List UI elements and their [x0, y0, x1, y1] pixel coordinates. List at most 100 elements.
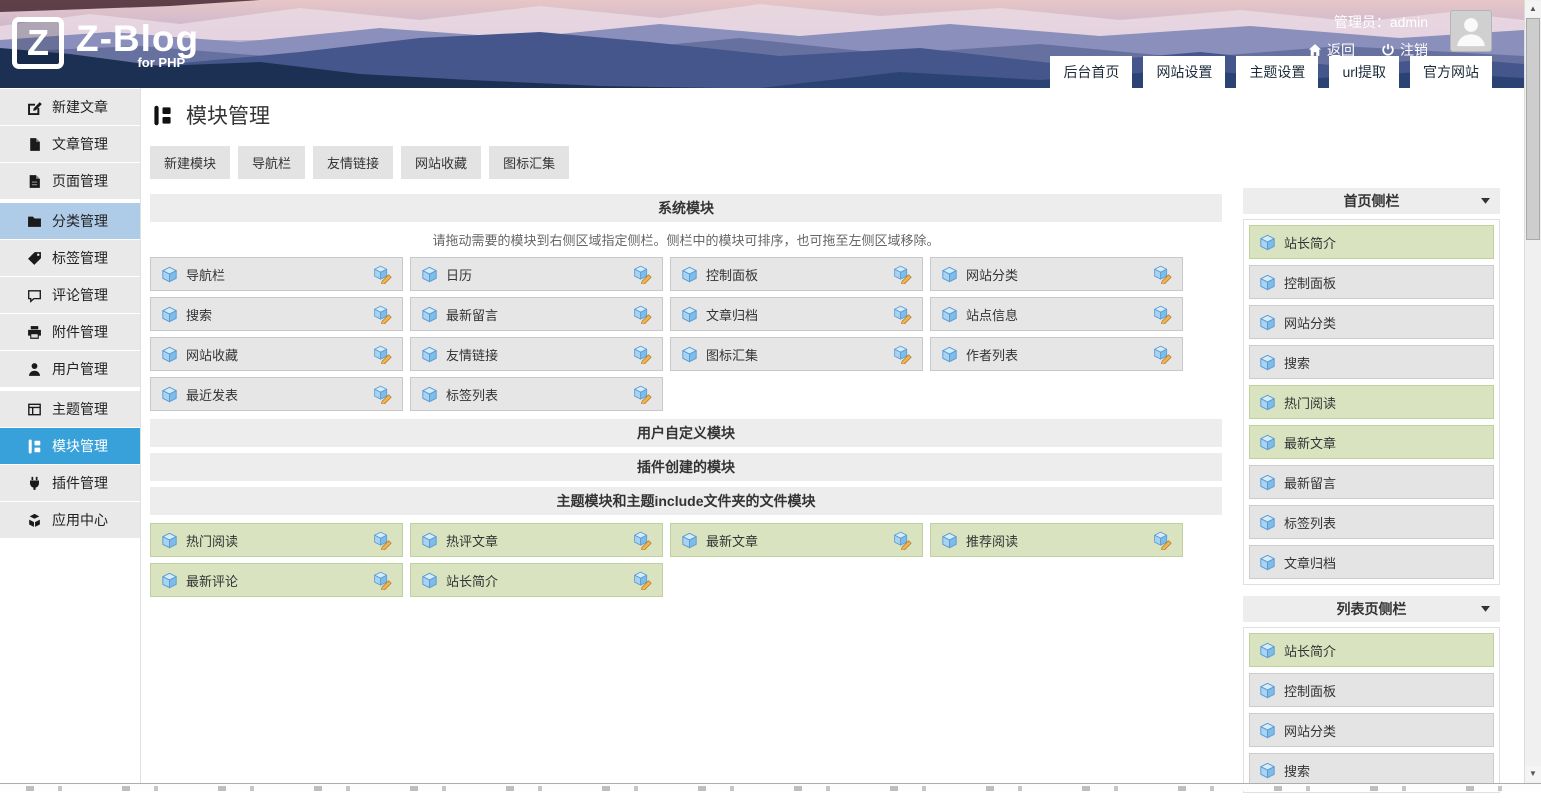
zblog-logo[interactable]: Z Z-Blog for PHP [12, 9, 199, 70]
sidebar-item-attachments[interactable]: 附件管理 [0, 314, 140, 350]
module-card[interactable]: 日历 [410, 257, 663, 291]
module-card[interactable]: 最新留言 [410, 297, 663, 331]
module-card[interactable]: 网站收藏 [150, 337, 403, 371]
sidebar-module-item[interactable]: 最新文章 [1249, 425, 1494, 459]
sidebar-item-label: 分类管理 [52, 211, 108, 231]
module-cube-icon [1259, 554, 1276, 571]
list-sidebar-title: 列表页侧栏 [1337, 601, 1407, 617]
power-icon [1381, 43, 1395, 57]
sidebar-module-item[interactable]: 网站分类 [1249, 713, 1494, 747]
edit-module-icon[interactable] [893, 531, 912, 550]
edit-module-icon[interactable] [373, 265, 392, 284]
sidebar-module-item[interactable]: 搜索 [1249, 753, 1494, 787]
toolbar-button[interactable]: 友情链接 [313, 146, 393, 179]
edit-module-icon[interactable] [633, 571, 652, 590]
top-nav-tab[interactable]: url提取 [1329, 56, 1399, 88]
home-sidebar-module-list: 站长简介 控制面板 网站分类 搜索 [1243, 219, 1500, 585]
sidebar-item-plugins[interactable]: 插件管理 [0, 465, 140, 501]
module-card[interactable]: 站长简介 [410, 563, 663, 597]
module-card[interactable]: 最新评论 [150, 563, 403, 597]
edit-module-icon[interactable] [633, 305, 652, 324]
chevron-down-icon[interactable] [1481, 198, 1490, 204]
scrollbar-up-arrow[interactable]: ▲ [1525, 1, 1541, 17]
module-card[interactable]: 热评文章 [410, 523, 663, 557]
sidebar-item-categories[interactable]: 分类管理 [0, 203, 140, 239]
module-cube-icon [1259, 354, 1276, 371]
sidebar-module-item[interactable]: 最新留言 [1249, 465, 1494, 499]
sidebar-module-item[interactable]: 文章归档 [1249, 545, 1494, 579]
module-cube-icon [681, 532, 698, 549]
sidebar-item-comments[interactable]: 评论管理 [0, 277, 140, 313]
sidebar-item-posts[interactable]: 文章管理 [0, 126, 140, 162]
cube-pencil-icon [1153, 305, 1172, 324]
toolbar-button[interactable]: 新建模块 [150, 146, 230, 179]
edit-module-icon[interactable] [633, 345, 652, 364]
edit-module-icon[interactable] [633, 265, 652, 284]
toolbar-button[interactable]: 网站收藏 [401, 146, 481, 179]
module-card-label: 图标汇集 [706, 345, 758, 364]
edit-module-icon[interactable] [373, 305, 392, 324]
module-card[interactable]: 控制面板 [670, 257, 923, 291]
cube-pencil-icon [893, 345, 912, 364]
sidebar-module-item[interactable]: 热门阅读 [1249, 385, 1494, 419]
module-card[interactable]: 热门阅读 [150, 523, 403, 557]
top-nav-tab[interactable]: 官方网站 [1410, 56, 1492, 88]
module-card[interactable]: 最近发表 [150, 377, 403, 411]
vertical-scrollbar[interactable]: ▲ ▼ [1524, 0, 1541, 783]
theme-icon [27, 402, 42, 417]
module-card[interactable]: 最新文章 [670, 523, 923, 557]
top-nav-tab[interactable]: 主题设置 [1236, 56, 1318, 88]
module-card[interactable]: 图标汇集 [670, 337, 923, 371]
edit-module-icon[interactable] [373, 385, 392, 404]
scrollbar-down-arrow[interactable]: ▼ [1525, 766, 1541, 782]
sidebar-item-new-post[interactable]: 新建文章 [0, 89, 140, 125]
sidebar-module-item[interactable]: 搜索 [1249, 345, 1494, 379]
chevron-down-icon[interactable] [1481, 606, 1490, 612]
module-card[interactable]: 推荐阅读 [930, 523, 1183, 557]
module-card[interactable]: 导航栏 [150, 257, 403, 291]
sidebar-module-item[interactable]: 控制面板 [1249, 673, 1494, 707]
module-card-label: 热评文章 [446, 531, 498, 550]
sidebar-item-pages[interactable]: 页面管理 [0, 163, 140, 199]
cube-pencil-icon [633, 305, 652, 324]
module-card-label: 最近发表 [186, 385, 238, 404]
module-card[interactable]: 网站分类 [930, 257, 1183, 291]
edit-module-icon[interactable] [893, 265, 912, 284]
edit-module-icon[interactable] [373, 571, 392, 590]
toolbar-button[interactable]: 导航栏 [238, 146, 305, 179]
sidebar-module-item[interactable]: 站长简介 [1249, 225, 1494, 259]
list-sidebar-module-list: 站长简介 控制面板 网站分类 搜索 [1243, 627, 1500, 793]
module-card[interactable]: 作者列表 [930, 337, 1183, 371]
toolbar-button[interactable]: 图标汇集 [489, 146, 569, 179]
edit-module-icon[interactable] [1153, 531, 1172, 550]
module-card[interactable]: 站点信息 [930, 297, 1183, 331]
sidebar-module-item[interactable]: 站长简介 [1249, 633, 1494, 667]
edit-module-icon[interactable] [373, 531, 392, 550]
module-card[interactable]: 文章归档 [670, 297, 923, 331]
edit-module-icon[interactable] [1153, 305, 1172, 324]
sidebar-module-item[interactable]: 标签列表 [1249, 505, 1494, 539]
edit-module-icon[interactable] [1153, 265, 1172, 284]
sidebar-item-tags[interactable]: 标签管理 [0, 240, 140, 276]
sidebar-item-themes[interactable]: 主题管理 [0, 391, 140, 427]
edit-module-icon[interactable] [633, 531, 652, 550]
avatar[interactable] [1450, 10, 1492, 52]
sidebar-module-item[interactable]: 网站分类 [1249, 305, 1494, 339]
top-nav-tab[interactable]: 后台首页 [1050, 56, 1132, 88]
sidebar-item-users[interactable]: 用户管理 [0, 351, 140, 387]
edit-module-icon[interactable] [633, 385, 652, 404]
edit-module-icon[interactable] [893, 305, 912, 324]
module-card[interactable]: 搜索 [150, 297, 403, 331]
sidebar-item-modules[interactable]: 模块管理 [0, 428, 140, 464]
module-cube-icon [1259, 394, 1276, 411]
list-sidebar-panel: 列表页侧栏 站长简介 控制面板 网站分类 [1243, 596, 1500, 793]
sidebar-item-appcenter[interactable]: 应用中心 [0, 502, 140, 538]
edit-module-icon[interactable] [893, 345, 912, 364]
module-card[interactable]: 友情链接 [410, 337, 663, 371]
edit-module-icon[interactable] [373, 345, 392, 364]
sidebar-module-item[interactable]: 控制面板 [1249, 265, 1494, 299]
scrollbar-thumb[interactable] [1526, 18, 1540, 240]
module-card[interactable]: 标签列表 [410, 377, 663, 411]
top-nav-tab[interactable]: 网站设置 [1143, 56, 1225, 88]
edit-module-icon[interactable] [1153, 345, 1172, 364]
